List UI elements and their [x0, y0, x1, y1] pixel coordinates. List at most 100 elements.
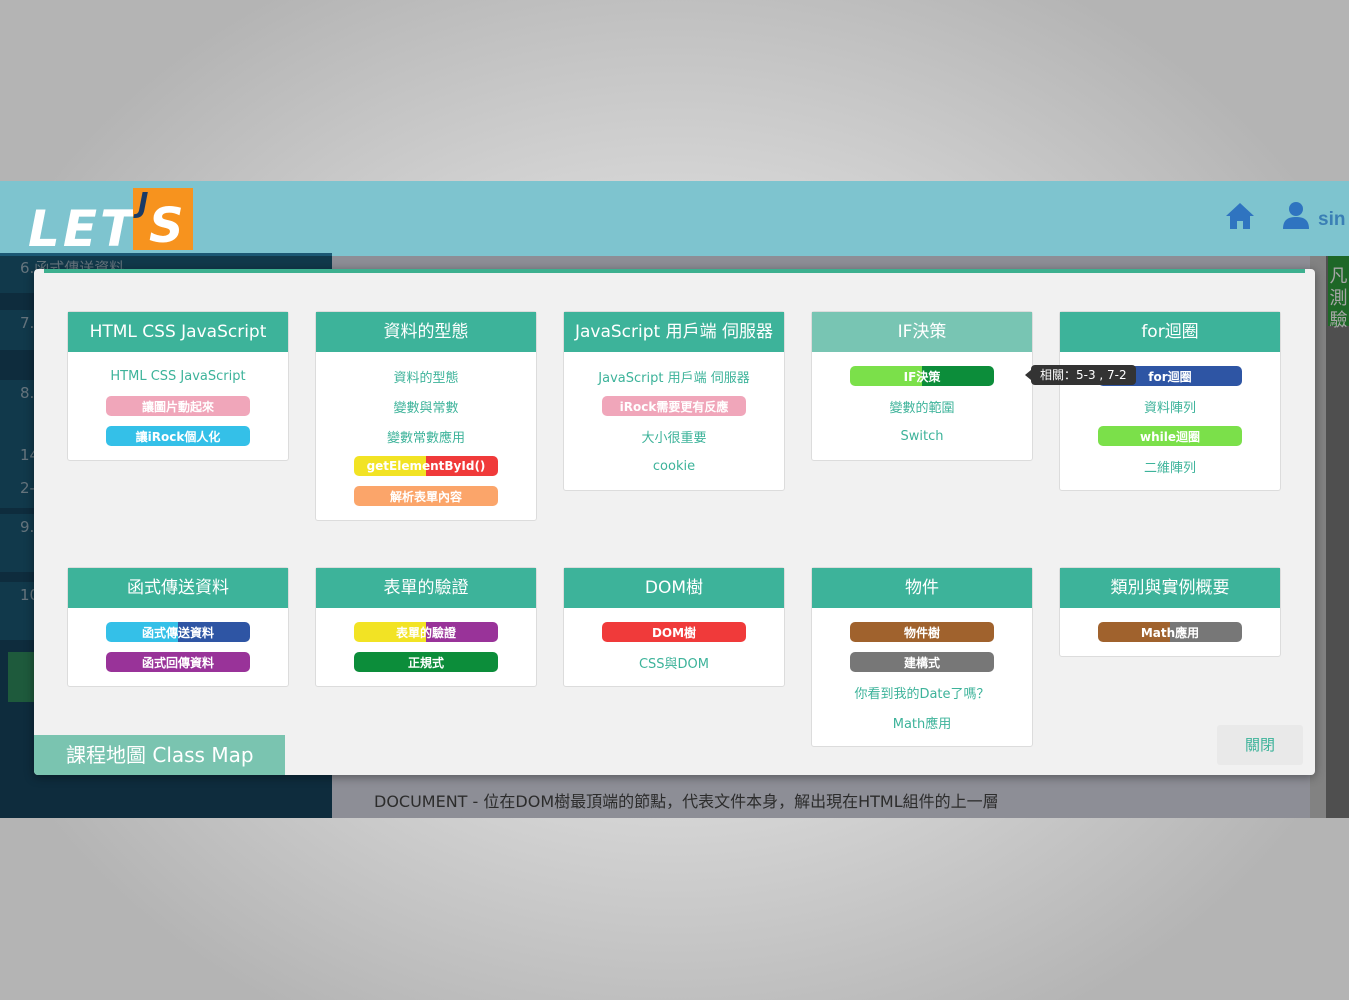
lesson-badge[interactable]: 表單的驗證	[354, 622, 498, 642]
modal-top-accent	[44, 269, 1305, 273]
lesson-badge[interactable]: getElementById()	[354, 456, 498, 476]
card-body: 表單的驗證 正規式	[316, 608, 536, 686]
card-row: while迴圈	[1060, 421, 1280, 451]
lesson-link[interactable]: 你看到我的Date了嗎？	[854, 683, 989, 702]
card-row: 讓圖片動起來	[68, 391, 288, 421]
course-card: DOM樹 DOM樹 CSS與DOM	[563, 567, 785, 687]
app-window: LET J S sin 6.函式傳送資料 7. 8. 14 2- 9. 10 凡…	[0, 181, 1349, 818]
card-row: 資料陣列	[1060, 391, 1280, 421]
logo-text: LET	[28, 200, 138, 258]
card-row: CSS與DOM	[564, 647, 784, 677]
card-body: IF決策變數的範圍 Switch	[812, 352, 1032, 460]
card-row: JavaScript 用戶端 伺服器	[564, 361, 784, 391]
card-title[interactable]: 資料的型態	[316, 312, 536, 352]
card-row: 物件樹	[812, 617, 1032, 647]
card-body: 資料的型態變數與常數變數常數應用 getElementById() 解析表單內容	[316, 352, 536, 520]
lesson-link[interactable]: 變數常數應用	[387, 427, 465, 446]
card-row: iRock需要更有反應	[564, 391, 784, 421]
card-row: getElementById()	[316, 451, 536, 481]
card-row: 函式回傳資料	[68, 647, 288, 677]
lesson-link[interactable]: Math應用	[893, 713, 952, 732]
card-body: 物件樹建構式你看到我的Date了嗎？ Math應用	[812, 608, 1032, 746]
card-row: cookie	[564, 451, 784, 481]
card-row: Math應用	[1060, 617, 1280, 647]
lesson-link[interactable]: CSS與DOM	[639, 653, 709, 672]
lesson-link[interactable]: 變數的範圍	[889, 397, 954, 416]
course-card: JavaScript 用戶端 伺服器 JavaScript 用戶端 伺服器 iRoc…	[563, 311, 785, 491]
card-title[interactable]: IF決策	[812, 312, 1032, 352]
lesson-link[interactable]: 資料陣列	[1144, 397, 1196, 416]
lesson-badge[interactable]: 函式回傳資料	[106, 652, 250, 672]
card-row: 讓iRock個人化	[68, 421, 288, 451]
related-tooltip: 相關：5-3 , 7-2	[1025, 365, 1136, 385]
card-row: 表單的驗證	[316, 617, 536, 647]
course-card: 資料的型態 資料的型態 變數與常數 變數常數應用 getElementById() 解析表…	[315, 311, 537, 521]
card-row: 解析表單內容	[316, 481, 536, 511]
course-card: 表單的驗證 表單的驗證 正規式	[315, 567, 537, 687]
card-row: 你看到我的Date了嗎？	[812, 677, 1032, 707]
card-row: 二維陣列	[1060, 451, 1280, 481]
card-title[interactable]: for迴圈	[1060, 312, 1280, 352]
course-card: IF決策 IF決策變數的範圍 Switch	[811, 311, 1033, 461]
card-row: 函式傳送資料	[68, 617, 288, 647]
lesson-link[interactable]: JavaScript 用戶端 伺服器	[598, 367, 749, 386]
lesson-link[interactable]: 二維陣列	[1144, 457, 1196, 476]
card-row: 建構式	[812, 647, 1032, 677]
card-title[interactable]: DOM樹	[564, 568, 784, 608]
card-title[interactable]: 表單的驗證	[316, 568, 536, 608]
logo-js-box: J S	[133, 186, 193, 254]
lesson-link[interactable]: 資料的型態	[393, 367, 458, 386]
card-row: 變數與常數	[316, 391, 536, 421]
lesson-badge[interactable]: DOM樹	[602, 622, 746, 642]
lesson-badge[interactable]: 讓圖片動起來	[106, 396, 250, 416]
card-body: HTML CSS JavaScript 讓圖片動起來 讓iRock個人化	[68, 352, 288, 460]
card-row: 大小很重要	[564, 421, 784, 451]
lesson-link[interactable]: 變數與常數	[393, 397, 458, 416]
card-row: IF決策	[812, 361, 1032, 391]
lesson-badge[interactable]: iRock需要更有反應	[602, 396, 746, 416]
user-name[interactable]: sin	[1318, 209, 1345, 231]
card-title[interactable]: 物件	[812, 568, 1032, 608]
card-title[interactable]: 函式傳送資料	[68, 568, 288, 608]
course-card: 類別與實例概要 Math應用	[1059, 567, 1281, 657]
card-row: 變數常數應用	[316, 421, 536, 451]
lesson-badge[interactable]: 建構式	[850, 652, 994, 672]
lesson-badge[interactable]: Math應用	[1098, 622, 1242, 642]
course-card: 物件物件樹建構式你看到我的Date了嗎？ Math應用	[811, 567, 1033, 747]
home-icon[interactable]	[1224, 201, 1256, 231]
course-card: for迴圈 for迴圈 資料陣列 while迴圈 二維陣列	[1059, 311, 1281, 491]
lesson-badge[interactable]: 物件樹	[850, 622, 994, 642]
card-row: 變數的範圍	[812, 391, 1032, 421]
lesson-link[interactable]: 大小很重要	[641, 427, 706, 446]
lesson-badge[interactable]: IF決策	[850, 366, 994, 386]
card-title[interactable]: JavaScript 用戶端 伺服器	[564, 312, 784, 352]
card-body: 函式傳送資料 函式回傳資料	[68, 608, 288, 686]
user-icon[interactable]	[1281, 200, 1311, 230]
card-row: DOM樹	[564, 617, 784, 647]
lesson-link[interactable]: HTML CSS JavaScript	[110, 369, 245, 384]
card-title[interactable]: 類別與實例概要	[1060, 568, 1280, 608]
card-row: Switch	[812, 421, 1032, 451]
card-row: Math應用	[812, 707, 1032, 737]
card-row: 資料的型態	[316, 361, 536, 391]
lesson-badge[interactable]: 正規式	[354, 652, 498, 672]
lesson-link[interactable]: Switch	[901, 429, 944, 444]
card-body: DOM樹 CSS與DOM	[564, 608, 784, 686]
class-map-modal: HTML CSS JavaScript HTML CSS JavaScript 讓圖…	[34, 269, 1315, 775]
logo-s: S	[149, 198, 184, 254]
card-row: HTML CSS JavaScript	[68, 361, 288, 391]
close-button[interactable]: 關閉	[1217, 725, 1303, 765]
lesson-badge[interactable]: while迴圈	[1098, 426, 1242, 446]
logo-j: J	[138, 186, 149, 219]
card-body: JavaScript 用戶端 伺服器 iRock需要更有反應 大小很重要 cookie	[564, 352, 784, 490]
top-header: LET J S sin	[0, 181, 1349, 258]
course-card: 函式傳送資料 函式傳送資料 函式回傳資料	[67, 567, 289, 687]
lesson-link[interactable]: cookie	[653, 459, 695, 474]
card-row: 正規式	[316, 647, 536, 677]
lesson-badge[interactable]: 解析表單內容	[354, 486, 498, 506]
class-map-label: 課程地圖 Class Map	[34, 735, 285, 775]
course-card: HTML CSS JavaScript HTML CSS JavaScript 讓圖…	[67, 311, 289, 461]
lesson-badge[interactable]: 函式傳送資料	[106, 622, 250, 642]
card-title[interactable]: HTML CSS JavaScript	[68, 312, 288, 352]
lesson-badge[interactable]: 讓iRock個人化	[106, 426, 250, 446]
